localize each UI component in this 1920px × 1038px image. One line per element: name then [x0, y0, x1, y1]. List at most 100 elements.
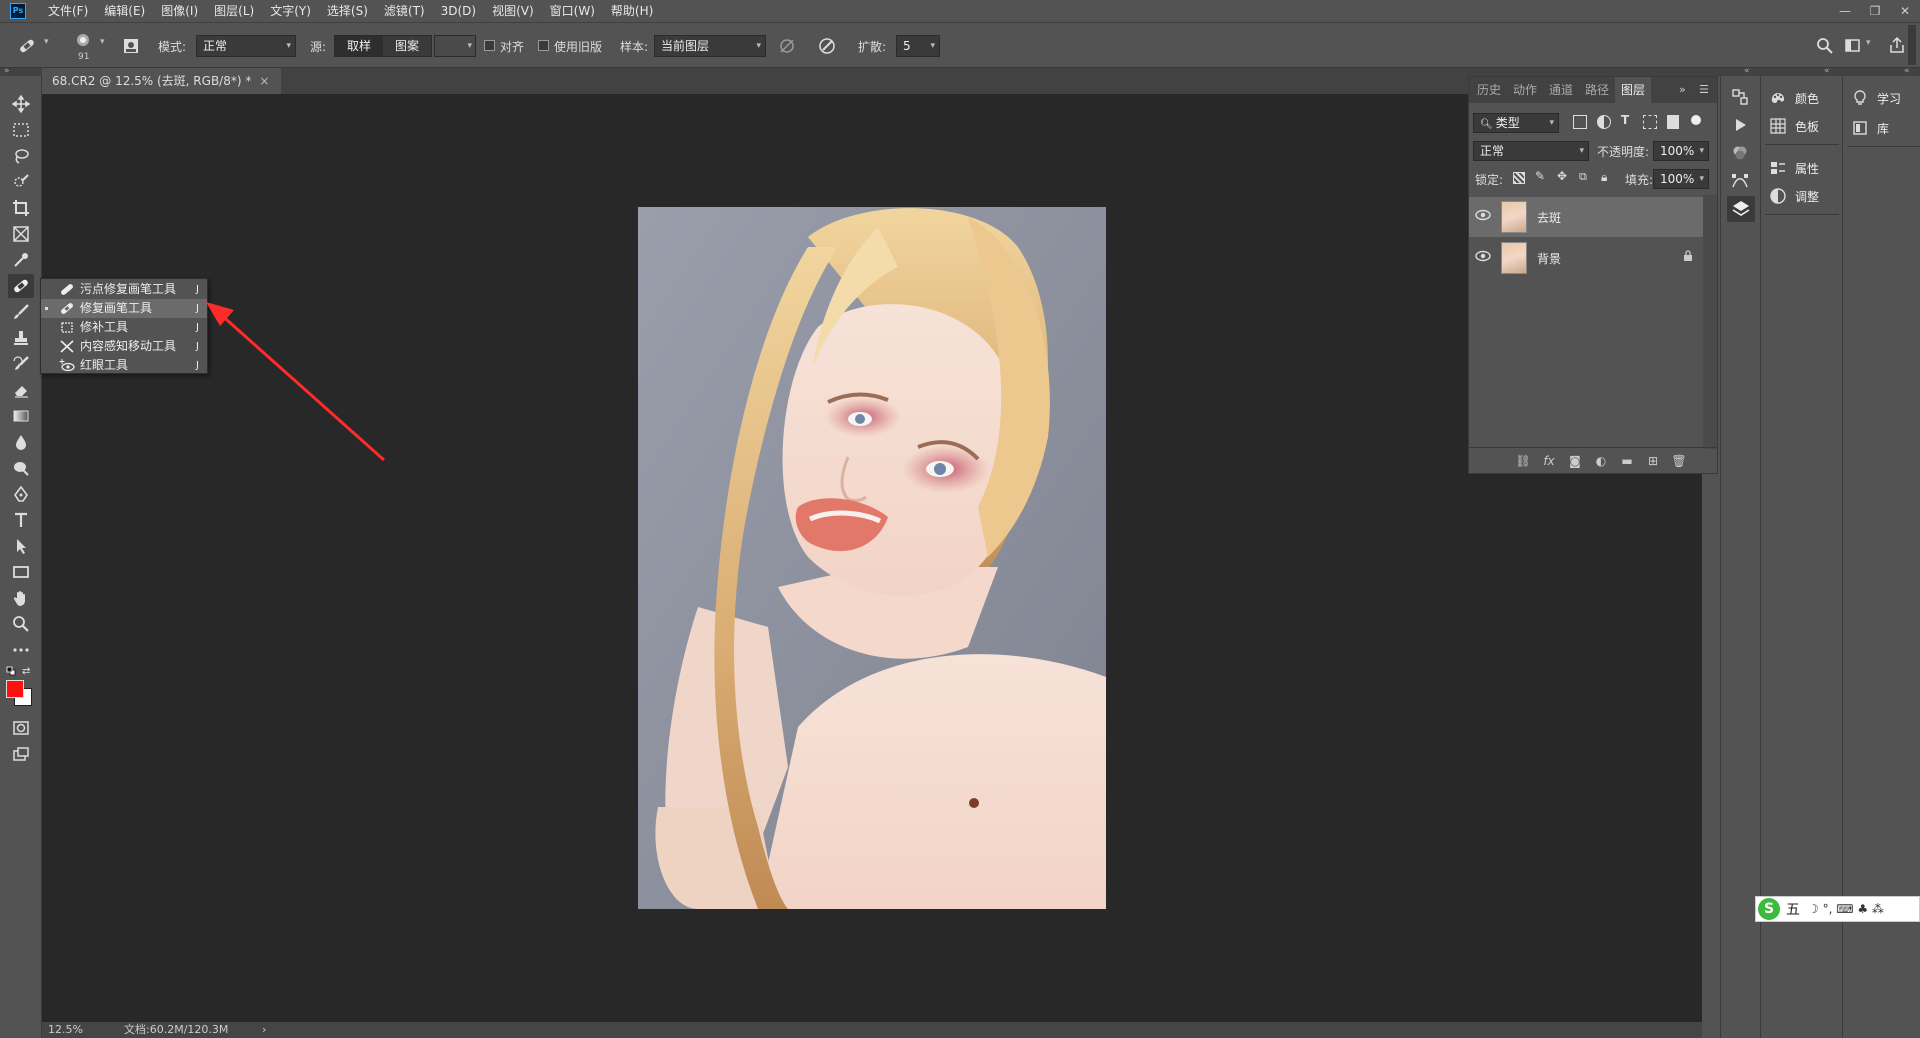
patch-tool-item[interactable]: 修补工具 J — [41, 318, 207, 337]
visibility-eye-icon[interactable] — [1475, 250, 1491, 262]
tool-preset-caret[interactable]: ▾ — [44, 37, 49, 47]
hand-tool-icon[interactable] — [8, 586, 34, 610]
lock-transparent-icon[interactable] — [1513, 172, 1525, 184]
source-toggle[interactable]: 取样 图案 — [334, 35, 433, 57]
more-tools-icon[interactable] — [8, 638, 34, 662]
search-icon[interactable] — [1814, 35, 1836, 57]
menu-view[interactable]: 视图(V) — [484, 0, 542, 22]
gradient-tool-icon[interactable] — [8, 404, 34, 428]
crop-tool-icon[interactable] — [8, 196, 34, 220]
new-layer-icon[interactable]: ⊞ — [1645, 453, 1661, 469]
close-window-button[interactable]: ✕ — [1890, 0, 1920, 22]
lock-image-icon[interactable]: ✎ — [1535, 169, 1545, 183]
path-selection-tool-icon[interactable] — [8, 534, 34, 558]
frame-tool-icon[interactable] — [8, 222, 34, 246]
tab-paths[interactable]: 路径 — [1585, 77, 1609, 103]
layer-row[interactable]: 背景 — [1469, 238, 1703, 278]
marquee-tool-icon[interactable] — [8, 118, 34, 142]
pen-tool-icon[interactable] — [8, 482, 34, 506]
quick-mask-icon[interactable] — [8, 716, 34, 740]
layers-panel-icon[interactable] — [1727, 196, 1755, 222]
filter-pixel-icon[interactable] — [1573, 115, 1587, 129]
healing-brush-item[interactable]: 修复画笔工具 J — [41, 299, 207, 318]
source-sample-option[interactable]: 取样 — [335, 36, 384, 56]
clone-source-panel-icon[interactable] — [120, 35, 142, 57]
tab-actions[interactable]: 动作 — [1513, 77, 1537, 103]
filter-smart-object-icon[interactable] — [1667, 115, 1679, 129]
link-layers-icon[interactable]: ⛓ — [1515, 453, 1531, 469]
healing-brush-tool-icon[interactable] — [8, 274, 34, 298]
add-mask-icon[interactable]: ◙ — [1567, 453, 1583, 469]
status-menu-arrow[interactable]: › — [262, 1022, 266, 1038]
menu-3d[interactable]: 3D(D) — [433, 0, 484, 22]
close-document-icon[interactable]: × — [259, 74, 269, 88]
new-group-icon[interactable]: ▬ — [1619, 453, 1635, 469]
filter-adjustment-icon[interactable] — [1597, 115, 1611, 129]
move-tool-icon[interactable] — [8, 92, 34, 116]
tab-history[interactable]: 历史 — [1477, 77, 1501, 103]
red-eye-tool-item[interactable]: 红眼工具 J — [41, 356, 207, 375]
color-panel-button[interactable]: 颜色 — [1769, 88, 1819, 108]
history-panel-icon[interactable] — [1731, 88, 1749, 106]
blend-mode-select[interactable]: 正常 ▾ — [1473, 141, 1589, 161]
layer-style-fx-icon[interactable]: fx — [1541, 453, 1557, 469]
brush-picker-caret[interactable]: ▾ — [100, 37, 105, 47]
layer-thumbnail[interactable] — [1501, 242, 1527, 274]
learn-panel-button[interactable]: 学习 — [1851, 88, 1901, 108]
zoom-tool-icon[interactable] — [8, 612, 34, 636]
share-icon[interactable] — [1886, 35, 1908, 57]
filter-shape-icon[interactable] — [1643, 115, 1657, 129]
opacity-input[interactable]: 100% ▾ — [1653, 141, 1709, 161]
layer-thumbnail[interactable] — [1501, 201, 1527, 233]
workspace-switcher-icon[interactable] — [1842, 35, 1864, 57]
options-scrollbar[interactable] — [1908, 25, 1916, 65]
menu-edit[interactable]: 编辑(E) — [96, 0, 153, 22]
healing-brush-tool-icon[interactable] — [16, 35, 38, 57]
sample-select[interactable]: 当前图层 ▾ — [654, 35, 766, 57]
menu-file[interactable]: 文件(F) — [40, 0, 96, 22]
content-aware-move-item[interactable]: 内容感知移动工具 J — [41, 337, 207, 356]
document-tab[interactable]: 68.CR2 @ 12.5% (去斑, RGB/8*) * × — [42, 68, 282, 94]
source-pattern-option[interactable]: 图案 — [383, 36, 431, 56]
tab-layers[interactable]: 图层 — [1615, 77, 1652, 103]
swatches-panel-button[interactable]: 色板 — [1769, 116, 1819, 136]
toolbar-collapse-icon[interactable]: » — [4, 66, 10, 76]
spot-healing-brush-item[interactable]: 污点修复画笔工具 J — [41, 280, 207, 299]
pattern-picker[interactable]: ▾ — [434, 35, 476, 57]
lock-position-icon[interactable]: ✥ — [1557, 169, 1567, 183]
visibility-eye-icon[interactable] — [1475, 209, 1491, 221]
dock-collapse-icon-2[interactable]: « — [1824, 66, 1830, 76]
filter-toggle-icon[interactable] — [1691, 115, 1701, 125]
brush-tool-icon[interactable] — [8, 300, 34, 324]
ime-mode[interactable]: 五 — [1786, 899, 1800, 919]
filter-type-icon[interactable]: T — [1621, 113, 1629, 127]
quick-selection-tool-icon[interactable] — [8, 170, 34, 194]
menu-image[interactable]: 图像(I) — [153, 0, 206, 22]
layer-name[interactable]: 去斑 — [1537, 209, 1561, 226]
mode-select[interactable]: 正常 ▾ — [196, 35, 296, 57]
workspace-caret[interactable]: ▾ — [1866, 38, 1871, 48]
pressure-size-icon[interactable] — [816, 35, 838, 57]
brush-preview-icon[interactable] — [72, 31, 94, 53]
eyedropper-tool-icon[interactable] — [8, 248, 34, 272]
zoom-level[interactable]: 12.5% — [48, 1022, 83, 1038]
ignore-adjustment-layers-icon[interactable] — [776, 35, 798, 57]
dock-collapse-icon-3[interactable]: « — [1904, 66, 1910, 76]
document-image[interactable] — [638, 207, 1106, 909]
use-legacy-checkbox[interactable] — [538, 40, 549, 51]
libraries-panel-button[interactable]: 库 — [1851, 118, 1889, 138]
type-tool-icon[interactable] — [8, 508, 34, 532]
fill-input[interactable]: 100% ▾ — [1653, 169, 1709, 189]
eraser-tool-icon[interactable] — [8, 378, 34, 402]
menu-select[interactable]: 选择(S) — [319, 0, 376, 22]
menu-help[interactable]: 帮助(H) — [603, 0, 661, 22]
default-colors-icon[interactable] — [6, 666, 16, 676]
ime-logo-icon[interactable]: S — [1758, 898, 1780, 920]
menu-window[interactable]: 窗口(W) — [542, 0, 603, 22]
adjustment-layer-icon[interactable]: ◐ — [1593, 453, 1609, 469]
lasso-tool-icon[interactable] — [8, 144, 34, 168]
dodge-tool-icon[interactable] — [8, 456, 34, 480]
swap-colors-icon[interactable]: ⇄ — [22, 666, 30, 677]
diffusion-select[interactable]: 5 ▾ — [896, 35, 940, 57]
dock-collapse-icon[interactable]: « — [1744, 66, 1750, 76]
